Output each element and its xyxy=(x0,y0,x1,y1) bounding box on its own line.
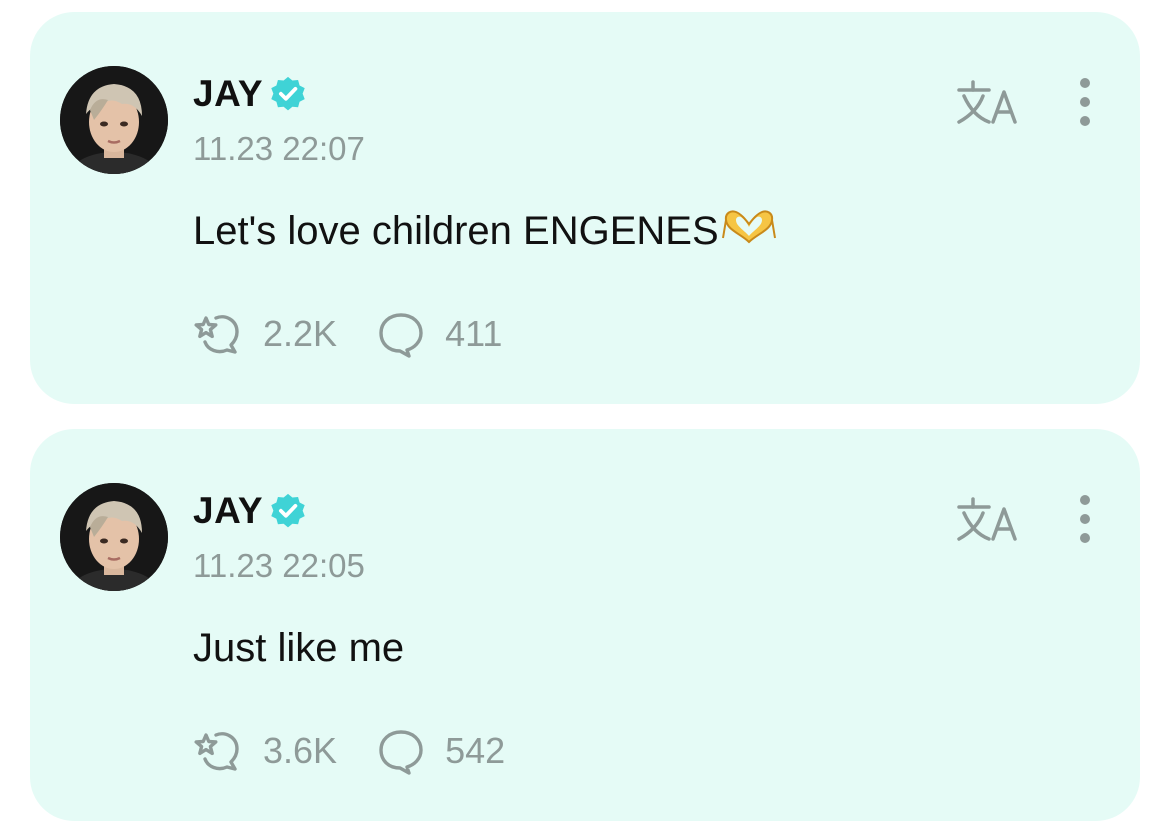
more-vertical-icon[interactable] xyxy=(1070,74,1100,130)
comment-count: 542 xyxy=(445,730,506,771)
comment-count: 411 xyxy=(445,313,503,354)
comment-icon[interactable] xyxy=(375,310,427,358)
translate-icon[interactable] xyxy=(955,78,1019,126)
post-text: Just like me xyxy=(193,623,404,673)
more-vertical-icon[interactable] xyxy=(1070,491,1100,547)
author-row: JAY xyxy=(193,72,307,116)
reaction-count: 2.2K xyxy=(263,313,338,354)
heart-hands-emoji-icon xyxy=(721,210,776,244)
post-timestamp: 11.23 22:07 xyxy=(193,130,365,167)
post-text-content: Just like me xyxy=(193,626,405,670)
post-text: Let's love children ENGENES xyxy=(193,206,777,256)
post-card[interactable]: JAY 11.23 22:07 Let's love children ENGE… xyxy=(30,12,1140,404)
post-feed: JAY 11.23 22:07 Let's love children ENGE… xyxy=(0,0,1170,838)
reaction-count: 3.6K xyxy=(263,730,338,771)
verified-badge-icon xyxy=(271,76,305,111)
translate-icon[interactable] xyxy=(955,495,1019,543)
post-timestamp: 11.23 22:05 xyxy=(193,547,365,584)
post-card[interactable]: JAY 11.23 22:05 Just like me 3.6K 542 xyxy=(30,429,1140,821)
post-stats: 2.2K 411 xyxy=(193,310,502,358)
author-name[interactable]: JAY xyxy=(193,73,263,115)
author-name[interactable]: JAY xyxy=(193,490,263,532)
reaction-icon[interactable] xyxy=(193,727,245,775)
verified-badge-icon xyxy=(271,493,305,528)
post-text-content: Let's love children ENGENES xyxy=(193,209,719,253)
comment-icon[interactable] xyxy=(375,727,427,775)
avatar[interactable] xyxy=(60,66,168,174)
reaction-icon[interactable] xyxy=(193,310,245,358)
author-row: JAY xyxy=(193,489,307,533)
avatar[interactable] xyxy=(60,483,168,591)
post-stats: 3.6K 542 xyxy=(193,727,505,775)
